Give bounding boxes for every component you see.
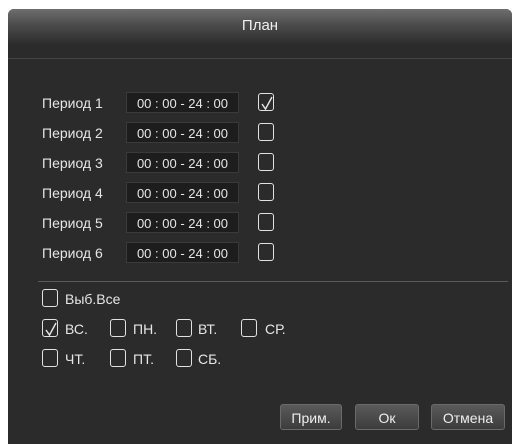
day-label-wed: СР.: [265, 321, 286, 337]
select-all-label: Выб.Все: [65, 291, 121, 307]
day-label-tue: ВТ.: [198, 321, 218, 337]
checkmark-icon: [45, 322, 57, 337]
cancel-button[interactable]: Отмена: [431, 404, 505, 430]
day-checkbox-fri[interactable]: [110, 349, 126, 367]
period-row-1: Период 1 00 : 00 - 24 : 00: [8, 92, 512, 114]
period-time-field[interactable]: 00 : 00 - 24 : 00: [126, 152, 239, 173]
period-row-6: Период 6 00 : 00 - 24 : 00: [8, 242, 512, 264]
day-label-mon: ПН.: [133, 321, 158, 337]
day-checkbox-sun[interactable]: [42, 319, 58, 337]
period-time-field[interactable]: 00 : 00 - 24 : 00: [126, 122, 239, 143]
period-time-field[interactable]: 00 : 00 - 24 : 00: [126, 242, 239, 263]
period-label: Период 2: [42, 125, 103, 141]
period-checkbox[interactable]: [258, 153, 274, 171]
period-checkbox[interactable]: [258, 213, 274, 231]
day-label-sun: ВС.: [65, 321, 88, 337]
period-row-2: Период 2 00 : 00 - 24 : 00: [8, 122, 512, 144]
day-label-thu: ЧТ.: [65, 351, 86, 367]
period-time-field[interactable]: 00 : 00 - 24 : 00: [126, 212, 239, 233]
day-checkbox-tue[interactable]: [176, 319, 192, 337]
period-row-5: Период 5 00 : 00 - 24 : 00: [8, 212, 512, 234]
period-label: Период 6: [42, 245, 103, 261]
period-checkbox[interactable]: [258, 183, 274, 201]
dialog-title: План: [241, 17, 279, 34]
day-label-fri: ПТ.: [133, 351, 154, 367]
day-label-sat: СБ.: [198, 351, 222, 367]
section-divider: [38, 281, 508, 282]
period-row-4: Период 4 00 : 00 - 24 : 00: [8, 182, 512, 204]
period-checkbox[interactable]: [258, 243, 274, 261]
day-checkbox-wed[interactable]: [241, 319, 257, 337]
period-time-field[interactable]: 00 : 00 - 24 : 00: [126, 182, 239, 203]
period-checkbox[interactable]: [258, 123, 274, 141]
period-label: Период 4: [42, 185, 103, 201]
day-checkbox-mon[interactable]: [110, 319, 126, 337]
period-checkbox[interactable]: [258, 93, 274, 111]
title-separator: [8, 58, 512, 59]
ok-button[interactable]: Ок: [355, 404, 419, 430]
period-label: Период 3: [42, 155, 103, 171]
day-checkbox-thu[interactable]: [42, 349, 58, 367]
title-bar[interactable]: План: [8, 9, 512, 46]
day-checkbox-sat[interactable]: [176, 349, 192, 367]
select-all-checkbox[interactable]: [42, 289, 58, 307]
period-label: Период 1: [42, 95, 103, 111]
apply-button[interactable]: Прим.: [280, 404, 342, 430]
schedule-dialog: План Период 1 00 : 00 - 24 : 00 Период 2…: [8, 9, 512, 444]
period-row-3: Период 3 00 : 00 - 24 : 00: [8, 152, 512, 174]
period-label: Период 5: [42, 215, 103, 231]
period-time-field[interactable]: 00 : 00 - 24 : 00: [126, 92, 239, 113]
checkmark-icon: [261, 96, 273, 111]
